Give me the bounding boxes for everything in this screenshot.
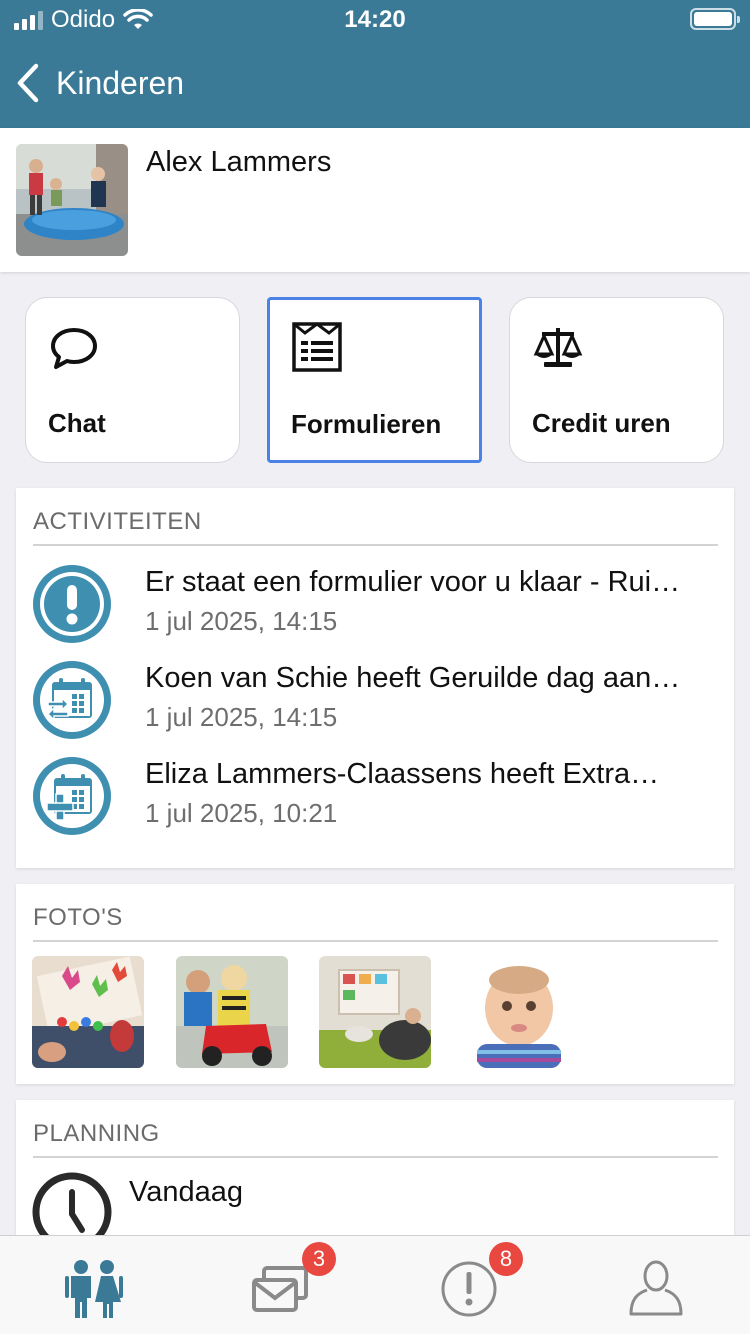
divider [33, 1156, 718, 1158]
divider [33, 940, 718, 942]
photos-card: FOTO'S [16, 884, 734, 1084]
activity-text: Eliza Lammers-Claassens heeft Extra… [145, 758, 660, 790]
planning-title: PLANNING [33, 1120, 160, 1147]
chat-label: Chat [48, 408, 106, 438]
battery-icon [690, 8, 740, 30]
calendar-swap-icon [33, 661, 111, 739]
chat-bubble-icon [51, 328, 97, 369]
activity-text: Koen van Schie heeft Geruilde dag aan… [145, 662, 681, 694]
activities-title: ACTIVITEITEN [33, 508, 202, 535]
tab-notifications[interactable]: 8 [375, 1236, 562, 1334]
activity-text: Er staat een formulier voor u klaar - Ru… [145, 566, 681, 598]
activity-date: 1 jul 2025, 14:15 [145, 606, 338, 636]
scales-icon [533, 328, 583, 367]
chat-tile[interactable]: Chat [25, 297, 240, 463]
activity-date: 1 jul 2025, 10:21 [145, 798, 338, 828]
calendar-plus-icon [33, 757, 111, 835]
tab-messages[interactable]: 3 [187, 1236, 374, 1334]
activities-card: ACTIVITEITEN Er staat een formulier voor… [16, 488, 734, 868]
painting-hands-photo[interactable] [32, 956, 144, 1068]
divider [33, 544, 718, 546]
planning-today-label[interactable]: Vandaag [129, 1176, 243, 1209]
tab-bar: 3 8 [0, 1235, 750, 1334]
child-avatar [16, 144, 128, 256]
chevron-left-icon [17, 63, 39, 103]
formulieren-tile[interactable]: Formulieren [267, 297, 482, 463]
back-label: Kinderen [56, 64, 185, 101]
child-name: Alex Lammers [146, 146, 332, 178]
credit-uren-label: Credit uren [532, 408, 671, 438]
messages-badge: 3 [302, 1242, 336, 1276]
formulieren-label: Formulieren [291, 409, 442, 439]
status-bar: Odido 14:20 [0, 0, 750, 40]
form-icon [292, 322, 342, 372]
clock: 14:20 [344, 6, 406, 33]
back-button[interactable]: Kinderen [14, 62, 184, 104]
child-on-ride-toy-photo[interactable] [176, 956, 288, 1068]
children-icon [65, 1260, 123, 1318]
notifications-badge: 8 [489, 1242, 523, 1276]
activity-date: 1 jul 2025, 14:15 [145, 702, 338, 732]
child-profile-header: Alex Lammers [0, 128, 750, 272]
messages-icon [252, 1266, 308, 1312]
nav-bar: Kinderen [0, 40, 750, 128]
activity-item[interactable]: Eliza Lammers-Claassens heeft Extra… 1 j… [32, 756, 722, 846]
tab-children[interactable] [0, 1236, 187, 1334]
exclamation-icon [33, 565, 111, 643]
photos-title: FOTO'S [33, 904, 123, 931]
activity-item[interactable]: Koen van Schie heeft Geruilde dag aan… 1… [32, 660, 722, 750]
person-icon [629, 1260, 683, 1316]
baby-photo[interactable] [463, 956, 575, 1068]
credit-uren-tile[interactable]: Credit uren [509, 297, 724, 463]
tab-profile[interactable] [562, 1236, 749, 1334]
activity-item[interactable]: Er staat een formulier voor u klaar - Ru… [32, 564, 722, 654]
playroom-photo[interactable] [319, 956, 431, 1068]
